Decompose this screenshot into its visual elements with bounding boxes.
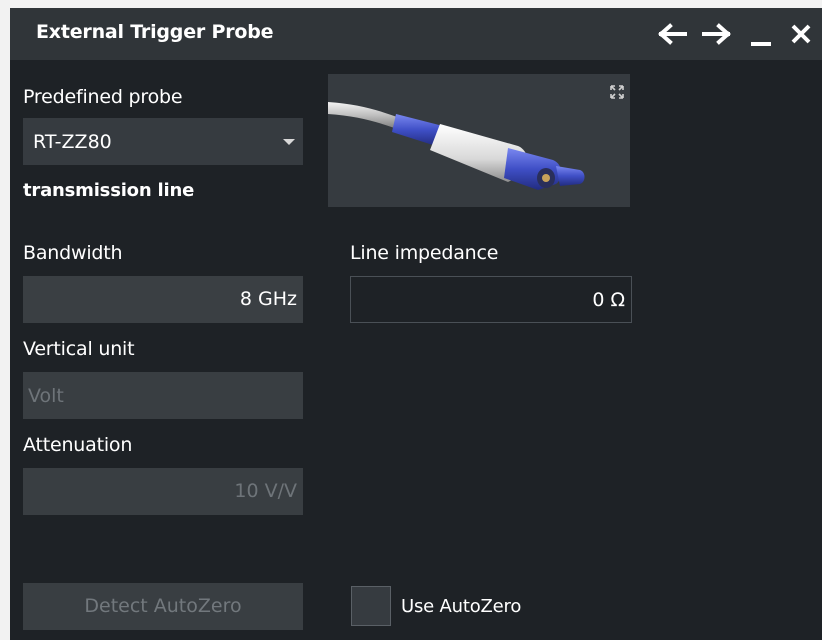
use-autozero-checkbox[interactable] — [351, 586, 391, 626]
attenuation-field: 10 V/V — [23, 468, 303, 515]
close-icon[interactable] — [784, 14, 820, 54]
attenuation-label: Attenuation — [23, 434, 133, 456]
probe-image — [328, 74, 630, 207]
bandwidth-input[interactable]: 8 GHz — [23, 276, 303, 323]
line-impedance-value: 0 Ω — [592, 289, 625, 311]
vertical-unit-value: Volt — [28, 385, 64, 407]
detect-autozero-button[interactable]: Detect AutoZero — [23, 583, 303, 630]
predefined-probe-value: RT-ZZ80 — [33, 131, 112, 153]
arrow-left-icon[interactable] — [655, 14, 691, 54]
title-bar: External Trigger Probe — [10, 8, 822, 60]
arrow-right-icon[interactable] — [698, 14, 734, 54]
line-impedance-input[interactable]: 0 Ω — [350, 276, 632, 323]
minimize-icon[interactable] — [743, 14, 779, 54]
predefined-probe-label: Predefined probe — [23, 86, 183, 108]
attenuation-value: 10 V/V — [234, 480, 297, 502]
external-trigger-probe-dialog: External Trigger Probe Predefined probe … — [10, 8, 822, 640]
predefined-probe-dropdown[interactable]: RT-ZZ80 — [23, 118, 303, 165]
bandwidth-value: 8 GHz — [239, 288, 297, 310]
probe-type-label: transmission line — [23, 180, 195, 201]
chevron-down-icon — [283, 139, 295, 145]
line-impedance-label: Line impedance — [350, 242, 499, 264]
vertical-unit-field: Volt — [23, 372, 303, 419]
vertical-unit-label: Vertical unit — [23, 338, 135, 360]
expand-image-icon[interactable] — [610, 84, 624, 99]
bandwidth-label: Bandwidth — [23, 242, 123, 264]
use-autozero-label: Use AutoZero — [401, 596, 522, 617]
dialog-title: External Trigger Probe — [36, 21, 274, 43]
